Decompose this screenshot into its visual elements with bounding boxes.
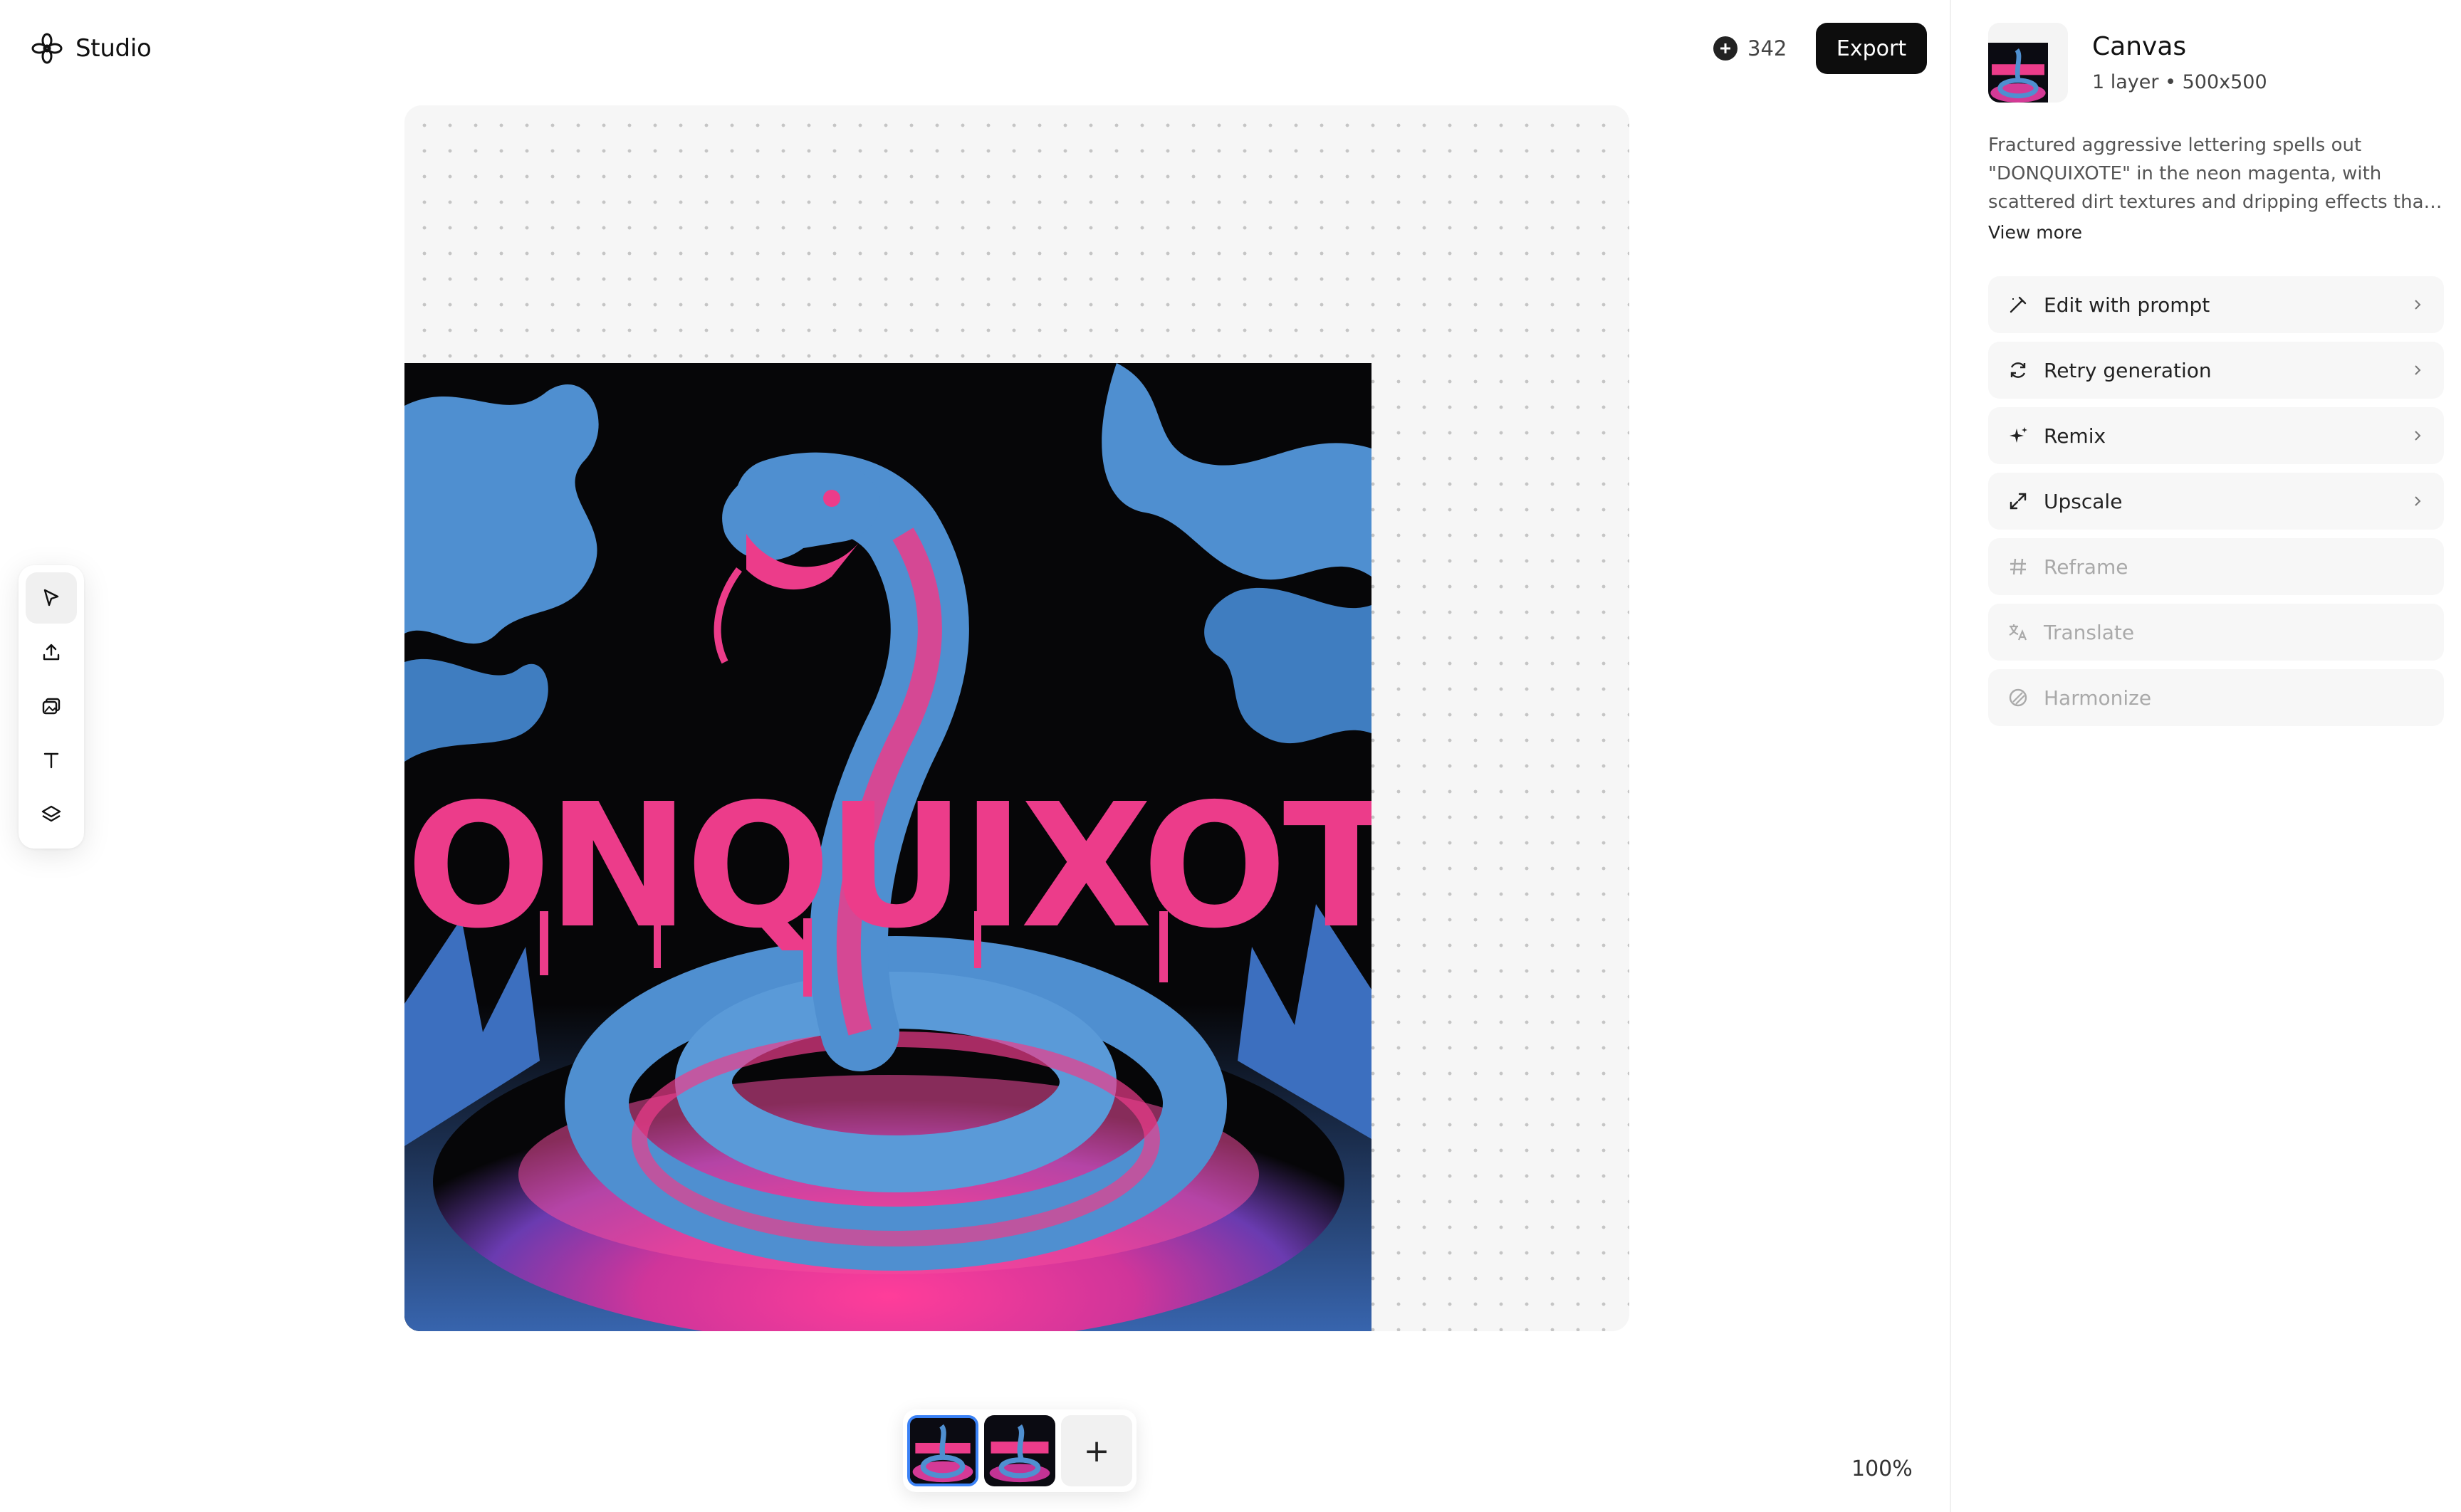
upload-tool[interactable] <box>26 626 77 678</box>
add-version-button[interactable]: + <box>1061 1415 1132 1486</box>
prompt-description: Fractured aggressive lettering spells ou… <box>1988 135 2431 213</box>
canvas-artwork[interactable]: DONQUIXOTE <box>404 363 1371 1331</box>
cobra-artwork: DONQUIXOTE <box>404 363 1371 1331</box>
action-label: Harmonize <box>2044 686 2152 710</box>
action-label: Translate <box>2044 620 2135 644</box>
chevron-right-icon <box>2415 496 2421 506</box>
action-list: Edit with prompt Retry generation Remix … <box>1988 276 2444 726</box>
text-icon <box>43 752 59 769</box>
panel-meta: 1 layer • 500x500 <box>2092 71 2267 93</box>
plus-circle-icon <box>1713 36 1738 61</box>
image-tool[interactable] <box>26 681 77 732</box>
action-label: Edit with prompt <box>2044 293 2210 317</box>
studio-app: Studio 342 Export ONQUIXOT + 100% Canvas… <box>0 0 2461 1512</box>
tool-palette <box>19 565 84 849</box>
thumbnail-artwork <box>987 1418 1052 1484</box>
action-label: Retry generation <box>2044 358 2212 382</box>
brand[interactable]: Studio <box>31 31 152 65</box>
action-label: Upscale <box>2044 489 2123 513</box>
translate-icon <box>2009 624 2027 641</box>
artwork-title-text: DONQUIXOTE <box>404 767 1371 966</box>
wand-icon <box>2010 296 2027 313</box>
harmonize-icon <box>2009 688 2027 707</box>
harmonize-button[interactable]: Harmonize <box>1988 669 2444 726</box>
properties-panel: Canvas 1 layer • 500x500 Fractured aggre… <box>1950 0 2461 1512</box>
thumbnail-artwork <box>910 1418 976 1484</box>
panel-header: Canvas 1 layer • 500x500 <box>1988 23 2267 103</box>
view-more-link[interactable]: View more <box>1988 222 2082 243</box>
upload-icon <box>43 644 60 661</box>
app-name: Studio <box>75 34 152 63</box>
credits-value: 342 <box>1747 36 1787 61</box>
translate-button[interactable]: Translate <box>1988 604 2444 661</box>
action-label: Remix <box>2044 424 2106 448</box>
layers-tool[interactable] <box>26 789 77 840</box>
edit-with-prompt-button[interactable]: Edit with prompt <box>1988 276 2444 333</box>
refresh-icon <box>2010 362 2026 378</box>
select-tool[interactable] <box>26 572 77 624</box>
panel-heading: Canvas 1 layer • 500x500 <box>2092 32 2267 93</box>
reframe-button[interactable]: Reframe <box>1988 538 2444 595</box>
chevron-right-icon <box>2415 300 2421 310</box>
layers-icon <box>41 805 61 822</box>
upscale-button[interactable]: Upscale <box>1988 473 2444 530</box>
action-label: Reframe <box>2044 555 2128 579</box>
chevron-right-icon <box>2415 365 2421 375</box>
cursor-icon <box>43 589 59 607</box>
credits-counter[interactable]: 342 <box>1713 33 1787 64</box>
sparkle-icon <box>2010 427 2027 443</box>
remix-button[interactable]: Remix <box>1988 407 2444 464</box>
canvas-preview <box>1988 23 2068 103</box>
zoom-level[interactable]: 100% <box>1851 1456 1913 1481</box>
export-button[interactable]: Export <box>1816 23 1927 74</box>
version-strip: + <box>903 1409 1137 1492</box>
image-icon <box>42 698 61 715</box>
retry-generation-button[interactable]: Retry generation <box>1988 342 2444 399</box>
version-thumbnail[interactable] <box>984 1415 1055 1486</box>
text-tool[interactable] <box>26 735 77 786</box>
panel-title: Canvas <box>2092 32 2187 61</box>
version-thumbnail[interactable] <box>907 1415 978 1486</box>
flower-logo-icon <box>31 33 63 64</box>
canvas-preview-artwork <box>1988 43 2048 103</box>
hash-icon <box>2010 558 2026 575</box>
chevron-right-icon <box>2415 431 2421 441</box>
expand-icon <box>2010 493 2027 510</box>
